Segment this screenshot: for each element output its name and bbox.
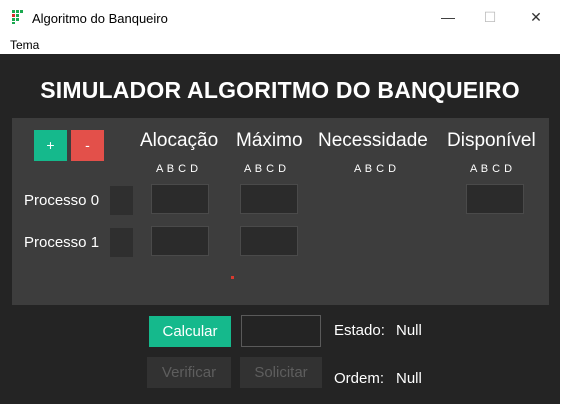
disponivel-input[interactable]	[466, 184, 524, 214]
column-title-necessidade: Necessidade	[318, 130, 428, 151]
solicitar-button[interactable]: Solicitar	[240, 357, 322, 388]
status-indicator-dot	[231, 276, 234, 279]
column-title-maximo: Máximo	[236, 130, 303, 151]
minimize-button[interactable]: —	[426, 4, 470, 30]
ordem-value: Null	[396, 370, 422, 387]
estado-label: Estado:	[334, 322, 385, 339]
verificar-button[interactable]: Verificar	[147, 357, 231, 388]
column-resources-necessidade: A B C D	[354, 163, 397, 175]
maximize-button[interactable]: ☐	[468, 4, 512, 30]
page-title: SIMULADOR ALGORITMO DO BANQUEIRO	[40, 77, 520, 103]
column-title-disponivel: Disponível	[447, 130, 536, 151]
request-input[interactable]	[241, 315, 321, 347]
process-id-box	[110, 228, 133, 257]
title-bar: Algoritmo do Banqueiro — ☐ ✕	[0, 0, 562, 34]
column-resources-maximo: A B C D	[244, 163, 287, 175]
remove-process-button[interactable]: -	[71, 130, 104, 161]
estado-value: Null	[396, 322, 422, 339]
close-button[interactable]: ✕	[514, 4, 558, 30]
maximo-input[interactable]	[240, 184, 298, 214]
process-id-box	[110, 186, 133, 215]
column-resources-disponivel: A B C D	[470, 163, 513, 175]
ordem-label: Ordem:	[334, 370, 385, 387]
calcular-button[interactable]: Calcular	[149, 316, 231, 347]
maximize-icon: ☐	[483, 9, 497, 25]
add-process-button[interactable]: +	[34, 130, 67, 161]
column-title-alocacao: Alocação	[140, 130, 219, 151]
minimize-icon: —	[441, 9, 455, 25]
app-icon	[12, 10, 23, 24]
close-icon: ✕	[530, 9, 542, 25]
process-table-panel: + - Alocação Máximo Necessidade Disponív…	[12, 118, 549, 305]
alocacao-input[interactable]	[151, 184, 209, 214]
alocacao-input[interactable]	[151, 226, 209, 256]
process-label: Processo 1	[24, 234, 100, 251]
window-title: Algoritmo do Banqueiro	[32, 11, 168, 26]
process-label: Processo 0	[24, 192, 100, 209]
main-area: SIMULADOR ALGORITMO DO BANQUEIRO + - Alo…	[0, 54, 560, 404]
menu-item-tema[interactable]: Tema	[10, 38, 39, 52]
maximo-input[interactable]	[240, 226, 298, 256]
column-resources-alocacao: A B C D	[156, 163, 199, 175]
menu-bar: Tema	[0, 34, 562, 54]
